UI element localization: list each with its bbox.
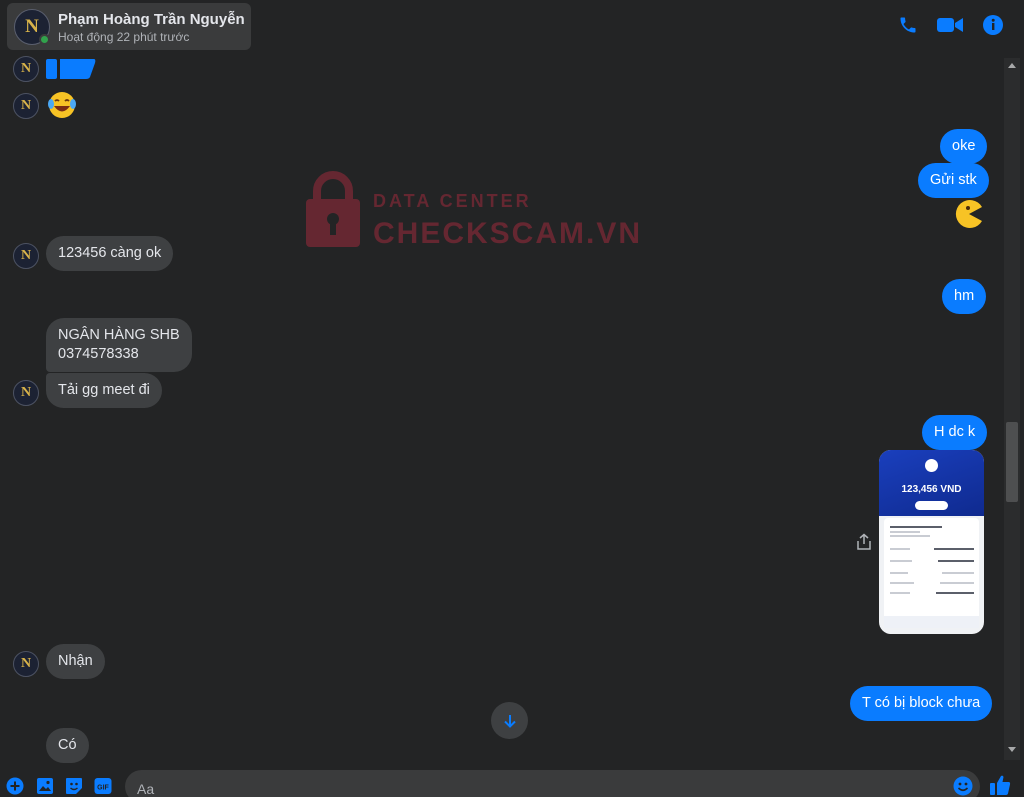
incoming-message[interactable]: Có (46, 728, 89, 763)
incoming-message[interactable]: 123456 càng ok (46, 236, 174, 271)
pacman-emoji (955, 200, 982, 228)
outgoing-message[interactable]: oke (940, 129, 988, 164)
gif-icon[interactable]: GIF (94, 777, 112, 795)
receipt-amount: 123,456 VND (901, 484, 962, 495)
success-check-icon (925, 459, 938, 472)
image-icon[interactable] (36, 777, 54, 795)
avatar-letter: N (20, 98, 32, 113)
plus-icon[interactable] (6, 777, 24, 795)
image-attachment[interactable]: 123,456 VND (879, 450, 984, 634)
sticker-icon[interactable] (65, 777, 83, 795)
watermark-line2: CHECKSCAM.VN (373, 217, 643, 250)
thumbs-up-sticker (46, 59, 96, 79)
scroll-up-arrow[interactable] (1007, 61, 1017, 69)
watermark-line1: DATA CENTER (373, 191, 532, 211)
scrollbar-track[interactable] (1004, 58, 1020, 760)
active-status: Hoạt động 22 phút trước (58, 30, 190, 44)
outgoing-message[interactable]: T có bị block chưa (850, 686, 993, 721)
contact-avatar-small[interactable]: N (13, 380, 39, 406)
header-actions (898, 14, 1004, 36)
message-line: NGÂN HÀNG SHB (58, 327, 180, 343)
incoming-message[interactable]: Nhận (46, 644, 105, 679)
message-line: 0374578338 (58, 346, 139, 362)
message-input[interactable]: Aa (125, 770, 980, 797)
avatar-letter: N (20, 385, 32, 400)
contact-name[interactable]: Phạm Hoàng Trần Nguyễn (58, 11, 245, 28)
info-icon[interactable] (982, 14, 1004, 36)
contact-avatar-small[interactable]: N (13, 56, 39, 82)
outgoing-message[interactable]: hm (942, 279, 987, 314)
receipt-footer (884, 616, 979, 628)
phone-icon[interactable] (898, 15, 918, 35)
emoji-icon[interactable] (953, 776, 973, 796)
online-status-dot (39, 34, 50, 45)
incoming-message[interactable]: Tải gg meet đi (46, 373, 162, 408)
receipt-card (884, 518, 979, 622)
message-input-placeholder: Aa (137, 781, 155, 797)
watermark: DATA CENTER CHECKSCAM.VN (304, 171, 644, 251)
video-camera-icon[interactable] (936, 15, 964, 35)
lock-icon (306, 171, 360, 247)
svg-text:GIF: GIF (97, 785, 109, 792)
outgoing-message[interactable]: H dc k (922, 415, 988, 450)
contact-avatar-small[interactable]: N (13, 651, 39, 677)
contact-avatar-small[interactable]: N (13, 93, 39, 119)
message-composer: GIF Aa (0, 766, 1024, 797)
avatar-letter: N (20, 656, 32, 671)
laughing-crying-emoji (48, 92, 76, 118)
avatar-letter: N (20, 61, 32, 76)
contact-avatar-small[interactable]: N (13, 243, 39, 269)
share-icon[interactable] (855, 533, 873, 551)
scrollbar-thumb[interactable] (1006, 422, 1018, 502)
avatar-letter: N (20, 248, 32, 263)
arrow-down-icon (503, 714, 516, 728)
conversation-header[interactable]: N Phạm Hoàng Trần Nguyễn Hoạt động 22 ph… (7, 3, 251, 50)
thumbs-up-icon[interactable] (989, 774, 1011, 796)
incoming-message-multiline[interactable]: NGÂN HÀNG SHB 0374578338 (46, 318, 192, 372)
outgoing-message[interactable]: Gửi stk (918, 163, 989, 198)
receipt-share-pill (915, 501, 948, 510)
avatar-letter: N (25, 16, 39, 37)
scroll-down-arrow[interactable] (1007, 746, 1017, 754)
scroll-to-bottom-button[interactable] (491, 702, 528, 739)
